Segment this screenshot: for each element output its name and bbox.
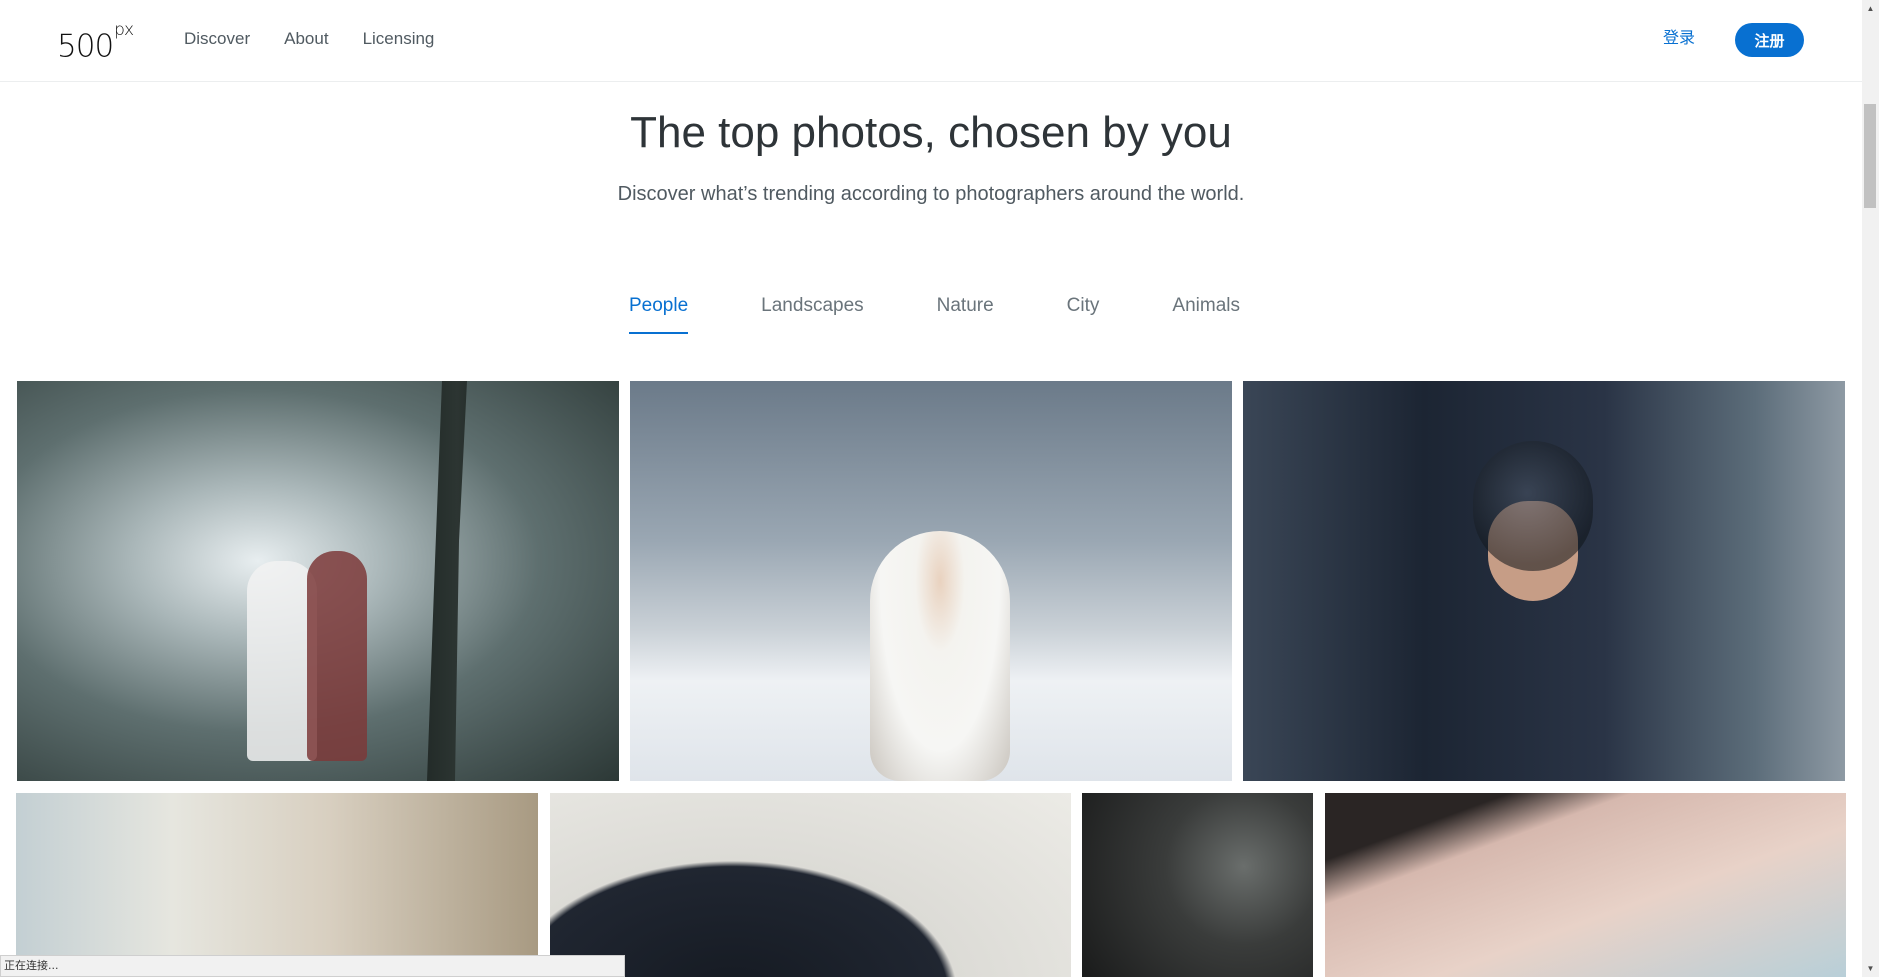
scroll-down-icon[interactable]: ▼ (1862, 960, 1879, 977)
photo-tile[interactable] (1325, 793, 1846, 977)
page-subtitle: Discover what’s trending according to ph… (617, 183, 1245, 205)
signup-button[interactable]: 注册 (1735, 23, 1804, 57)
nav-discover[interactable]: Discover (184, 29, 250, 49)
photo-decor (870, 531, 1010, 781)
tab-people[interactable]: People (629, 294, 689, 334)
tab-city[interactable]: City (1067, 294, 1100, 334)
login-link[interactable]: 登录 (1663, 29, 1695, 49)
logo-suffix: px (114, 20, 134, 40)
photo-tile[interactable] (1243, 381, 1845, 781)
category-tabs: People Landscapes Nature City Animals (629, 294, 1240, 334)
nav-licensing[interactable]: Licensing (363, 29, 435, 49)
photo-tile[interactable] (1082, 793, 1313, 977)
photo-decor (427, 381, 467, 781)
photo-tile[interactable] (17, 381, 619, 781)
page-title: The top photos, chosen by you (630, 108, 1232, 157)
nav-about[interactable]: About (284, 29, 328, 49)
main-nav: Discover About Licensing (184, 29, 434, 49)
photo-decor (307, 551, 367, 761)
tab-landscapes[interactable]: Landscapes (761, 294, 863, 334)
photo-tile[interactable] (16, 793, 538, 977)
scrollbar-thumb[interactable] (1864, 104, 1876, 208)
photo-decor (1473, 441, 1593, 571)
tab-animals[interactable]: Animals (1172, 294, 1240, 334)
logo-500px[interactable]: 500px (57, 20, 134, 65)
top-header: 500px Discover About Licensing 登录 注册 (0, 0, 1862, 82)
logo-text: 500 (57, 28, 114, 65)
scroll-up-icon[interactable]: ▲ (1862, 0, 1879, 17)
tab-nature[interactable]: Nature (937, 294, 994, 334)
page-scrollbar[interactable]: ▲ ▼ (1862, 0, 1879, 977)
photo-tile[interactable] (550, 793, 1071, 977)
photo-tile[interactable] (630, 381, 1232, 781)
browser-status-bar: 正在连接... (0, 955, 625, 977)
